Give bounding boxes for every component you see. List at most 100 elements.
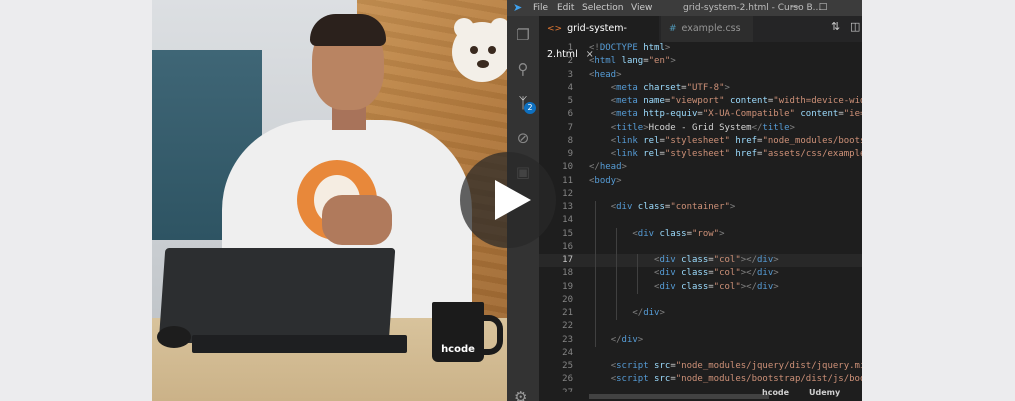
video-camera-feed: hcode (152, 0, 507, 401)
code-text: <div class="row"> (632, 228, 725, 239)
minimize-icon[interactable]: — (785, 0, 805, 16)
indent-guide (595, 201, 596, 347)
code-line[interactable]: 23 </div> (539, 334, 862, 347)
line-number: 19 (562, 281, 573, 292)
code-text: <div class="col"></div> (654, 255, 779, 265)
code-line[interactable]: 19 <div class="col"></div> (539, 281, 862, 294)
css-file-icon: # (669, 24, 677, 34)
code-line[interactable]: 13 <div class="container"> (539, 201, 862, 214)
html-file-icon: <> (547, 24, 563, 34)
play-button[interactable] (460, 152, 556, 248)
scrollbar-thumb[interactable] (589, 394, 769, 399)
editor-tabs: <> grid-system-2.html × # example.css ⇅ ◫ (539, 16, 862, 60)
code-text: <script src="node_modules/bootstrap/dist… (610, 374, 862, 385)
code-line[interactable]: 3 <head> (539, 69, 862, 82)
play-icon (495, 180, 531, 220)
code-line[interactable]: 24 (539, 347, 862, 360)
code-line[interactable]: 6 <meta http-equiv="X-UA-Compatible" con… (539, 108, 862, 121)
code-line[interactable]: 26 <script src="node_modules/bootstrap/d… (539, 373, 862, 386)
split-editor-icon[interactable]: ◫ (850, 20, 860, 33)
laptop-base (192, 335, 407, 353)
laptop (158, 248, 396, 343)
menu-selection[interactable]: Selection (582, 1, 623, 15)
line-number: 24 (562, 347, 573, 358)
line-number: 23 (562, 334, 573, 345)
indent-guide (616, 227, 617, 321)
line-number: 6 (567, 109, 573, 120)
code-text: <link rel="stylesheet" href="assets/css/… (610, 149, 862, 159)
code-text: <script src="node_modules/jquery/dist/jq… (610, 361, 862, 371)
compare-icon[interactable]: ⇅ (831, 20, 840, 33)
mug-label: hcode (441, 344, 475, 355)
menu-view[interactable]: View (631, 1, 652, 15)
menu-edit[interactable]: Edit (557, 1, 574, 15)
code-text: <div class="col"></div> (654, 268, 779, 279)
code-line[interactable]: 2 <html lang="en"> (539, 55, 862, 68)
scm-badge: 2 (524, 102, 536, 114)
code-line[interactable]: 22 (539, 320, 862, 333)
code-text: </head> (589, 162, 627, 173)
debug-icon[interactable]: ⊘ (514, 129, 532, 147)
mouse (157, 326, 191, 348)
hcode-watermark: hcode (762, 388, 790, 397)
code-text: <title>Hcode - Grid System</title> (610, 122, 795, 133)
line-number: 16 (562, 241, 573, 252)
video-player[interactable]: hcode ➤ File Edit Selection View grid-sy… (152, 0, 862, 401)
line-number: 2 (567, 56, 573, 67)
code-line[interactable]: 9 <link rel="stylesheet" href="assets/cs… (539, 148, 862, 161)
code-line[interactable]: 16 (539, 241, 862, 254)
code-text: <div class="col"></div> (654, 281, 779, 292)
tab-grid-system-2[interactable]: <> grid-system-2.html × (539, 16, 659, 60)
code-line[interactable]: 20 (539, 294, 862, 307)
tab-example-css[interactable]: # example.css (661, 16, 753, 42)
code-area[interactable]: 1 <!DOCTYPE html> 2 <html lang="en"> 3 <head>… (539, 42, 862, 392)
gear-icon[interactable]: ⚙ (514, 388, 527, 401)
udemy-watermark: Udemy (809, 388, 841, 397)
code-text: <head> (589, 69, 622, 80)
line-number: 17 (562, 255, 573, 265)
tab-label: example.css (681, 23, 741, 34)
code-text: <div class="container"> (610, 202, 736, 212)
line-number: 22 (562, 321, 573, 332)
code-text: <meta http-equiv="X-UA-Compatible" conte… (610, 109, 862, 120)
title-bar: ➤ File Edit Selection View grid-system-2… (507, 0, 862, 16)
code-line[interactable]: 8 <link rel="stylesheet" href="node_modu… (539, 135, 862, 148)
code-line[interactable]: 17 <div class="col"></div> (539, 254, 862, 267)
code-line[interactable]: 1 <!DOCTYPE html> (539, 42, 862, 55)
code-editor: ➤ File Edit Selection View grid-system-2… (507, 0, 862, 401)
code-line[interactable]: 12 (539, 188, 862, 201)
line-number: 21 (562, 308, 573, 318)
maximize-icon[interactable]: □ (813, 0, 833, 16)
code-line[interactable]: 5 <meta name="viewport" content="width=d… (539, 95, 862, 108)
line-number: 20 (562, 294, 573, 305)
code-line[interactable]: 14 (539, 214, 862, 227)
code-text: <body> (589, 175, 622, 186)
code-line[interactable]: 7 <title>Hcode - Grid System</title> (539, 122, 862, 135)
line-number: 4 (567, 82, 573, 93)
files-icon[interactable]: ❐ (514, 26, 532, 44)
line-number: 9 (567, 149, 573, 159)
code-line[interactable]: 18 <div class="col"></div> (539, 267, 862, 280)
line-number: 3 (567, 69, 573, 80)
code-line[interactable]: 25 <script src="node_modules/jquery/dist… (539, 360, 862, 373)
line-number: 18 (562, 268, 573, 279)
code-text: <meta name="viewport" content="width=dev… (610, 96, 862, 106)
line-number: 25 (562, 361, 573, 371)
code-text: <!DOCTYPE html> (589, 43, 671, 53)
line-number: 26 (562, 374, 573, 385)
code-line[interactable]: 4 <meta charset="UTF-8"> (539, 82, 862, 95)
code-line[interactable]: 11 <body> (539, 175, 862, 188)
code-text: <meta charset="UTF-8"> (610, 82, 730, 93)
line-number: 1 (567, 43, 573, 53)
code-line[interactable]: 21 </div> (539, 307, 862, 320)
code-text: </div> (610, 334, 644, 345)
code-line[interactable]: 15 <div class="row"> (539, 228, 862, 241)
vscode-icon: ➤ (513, 1, 523, 14)
presenter-hair (310, 14, 386, 46)
line-number: 8 (567, 135, 573, 146)
menu-file[interactable]: File (533, 1, 548, 15)
code-text: <html lang="en"> (589, 56, 676, 67)
code-line[interactable]: 10 </head> (539, 161, 862, 174)
line-number: 7 (567, 122, 573, 133)
search-icon[interactable]: ⚲ (514, 60, 532, 78)
